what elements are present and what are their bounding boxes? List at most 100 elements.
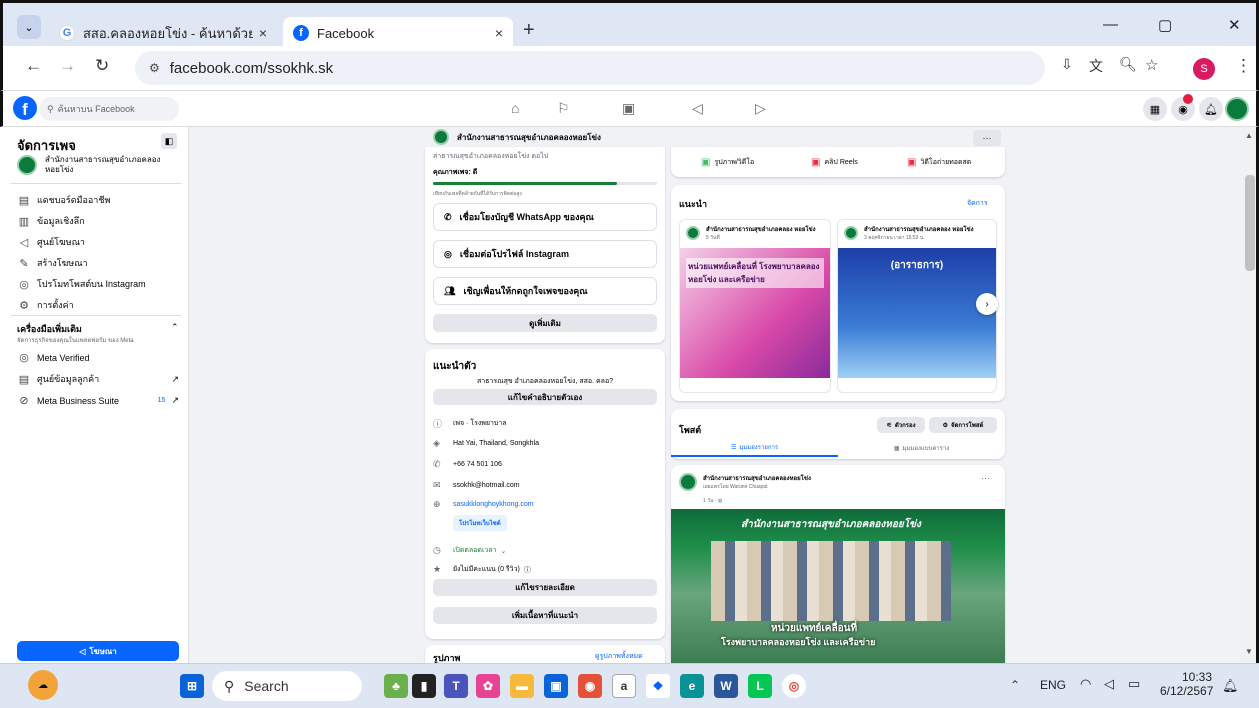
photos-app-icon[interactable]: ✿ [476, 674, 500, 698]
language-indicator[interactable]: ENG [1040, 678, 1066, 692]
reload-icon[interactable]: ↻ [95, 56, 109, 76]
sidebar-page-switcher[interactable]: สำนักงานสาธารณสุขอำเภอคลอง หอยโข่ง [17, 155, 165, 175]
filter-button[interactable]: ⚟ ตัวกรอง [877, 417, 925, 433]
flag-nav-icon[interactable]: ⚐ [557, 100, 570, 117]
url-field[interactable]: ⚙ facebook.com/ssokhk.sk [135, 51, 1045, 85]
tab-search-icon[interactable]: ⌄ [17, 15, 41, 39]
sidebar-item-business-suite[interactable]: ⊘ Meta Business Suite 15 ↗ [17, 394, 179, 407]
post-author[interactable]: สำนักงานสาธารณสุขอำเภอคลองหอยโข่ง [703, 473, 811, 483]
amazon-icon[interactable]: a [612, 674, 636, 698]
see-more-button[interactable]: ดูเพิ่มเติม [433, 314, 657, 332]
photo-video-button[interactable]: ▣ รูปภาพ/วิดีโอ [701, 157, 754, 168]
translate-icon[interactable]: 文 [1089, 56, 1103, 76]
live-video-button[interactable]: ▣ วิดีโอถ่ายทอดสด [907, 157, 971, 168]
tab-facebook[interactable]: f Facebook × [283, 17, 513, 49]
task-view-icon[interactable]: ▮ [412, 674, 436, 698]
post-more-icon[interactable]: ··· [981, 473, 990, 483]
edit-bio-button[interactable]: แก้ไขคำอธิบายตัวเอง [433, 389, 657, 405]
page-avatar[interactable] [1225, 97, 1249, 121]
connect-instagram-button[interactable]: ◎ เชื่อมต่อโปรไฟล์ Instagram [433, 240, 657, 268]
recommended-post-1[interactable]: สำนักงานสาธารณสุขอำเภอคลอง หอยโข่ง 5 วันท… [679, 219, 831, 393]
connect-whatsapp-button[interactable]: ✆ เชื่อมโยงบัญชี WhatsApp ของคุณ [433, 203, 657, 231]
recommended-post-2[interactable]: สำนักงานสาธารณสุขอำเภอคลอง หอยโข่ง 3 พฤศจ… [837, 219, 997, 393]
list-view-tab[interactable]: ☰ มุมมองรายการ [671, 439, 838, 457]
new-tab-button[interactable]: + [523, 19, 535, 42]
close-window-button[interactable]: ✕ [1228, 16, 1241, 34]
scroll-down-arrow[interactable]: ▼ [1245, 647, 1253, 656]
info-icon: ⓘ [433, 419, 443, 429]
invite-friends-button[interactable]: 👥︎ เชิญเพื่อนให้กดถูกใจเพจของคุณ [433, 277, 657, 305]
collapse-sidebar-icon[interactable]: ◧ [161, 133, 177, 149]
website-link[interactable]: sasukklonghoykhong.com [453, 501, 534, 508]
back-icon[interactable]: ← [25, 56, 42, 76]
profile-avatar[interactable]: S [1193, 58, 1215, 80]
sidebar-item-create-ad[interactable]: ✎ สร้างโฆษณา [17, 256, 87, 270]
chrome-icon[interactable]: ◎ [782, 674, 806, 698]
site-info-icon[interactable]: ⚙ [149, 61, 160, 75]
close-tab-icon[interactable]: × [259, 25, 267, 41]
sidebar-item-meta-verified[interactable]: ◎ Meta Verified [17, 351, 89, 364]
video-nav-icon[interactable]: ▷ [755, 100, 766, 117]
tray-chevron-icon[interactable]: ⌃ [1010, 678, 1020, 692]
sidebar-item-ad-center[interactable]: ◁ ศูนย์โฆษณา [17, 235, 85, 249]
advertise-button[interactable]: ◁ โฆษณา [17, 641, 179, 661]
post-image[interactable]: สำนักงานสาธารณสุขอำเภอคลองหอยโข่ง หน่วยแ… [671, 509, 1005, 663]
volume-icon[interactable]: ◁ [1104, 676, 1114, 692]
file-explorer-icon[interactable]: ▬ [510, 674, 534, 698]
menu-grid-icon[interactable]: ▦ [1143, 97, 1167, 121]
minimize-button[interactable]: — [1103, 16, 1118, 33]
external-link-icon: ↗ [171, 373, 179, 384]
info-hours[interactable]: ◷ เปิดตลอดเวลา ⌄ [433, 545, 506, 556]
battery-icon[interactable]: ▭ [1128, 676, 1140, 692]
see-all-photos-link[interactable]: ดูรูปภาพทั้งหมด [595, 651, 643, 662]
edit-details-button[interactable]: แก้ไขรายละเอียด [433, 579, 657, 596]
sidebar-item-contacts[interactable]: ▤ ศูนย์ข้อมูลลูกค้า ↗ [17, 372, 179, 386]
copilot-icon[interactable]: ♣ [384, 674, 408, 698]
dropbox-icon[interactable]: ❖ [646, 674, 670, 698]
home-nav-icon[interactable]: ⌂ [511, 100, 519, 116]
zoom-icon[interactable]: 🔍︎ [1119, 56, 1137, 73]
sidebar-item-dashboard[interactable]: ▤ แดชบอร์ดมืออาชีพ [17, 193, 111, 207]
reels-button[interactable]: ▣ คลิป Reels [811, 157, 858, 168]
bookmark-star-icon[interactable]: ☆ [1145, 56, 1158, 74]
more-options-button[interactable]: ··· [973, 130, 1001, 146]
maximize-button[interactable]: ▢ [1158, 16, 1172, 34]
next-arrow-icon[interactable]: › [976, 293, 998, 315]
clock[interactable]: 10:33 6/12/2567 [1160, 670, 1213, 698]
info-icon[interactable]: ⓘ [524, 565, 531, 575]
add-featured-button[interactable]: เพิ่มเนื้อหาที่แนะนำ [433, 607, 657, 624]
facebook-search-input[interactable]: ⚲ ค้นหาบน Facebook [39, 97, 179, 121]
wifi-icon[interactable]: ◠ [1080, 676, 1091, 692]
grid-view-tab[interactable]: ▦ มุมมองแบบตาราง [838, 439, 1005, 457]
promote-website-button[interactable]: โปรโมทเว็บไซต์ [453, 515, 507, 531]
taskbar-search[interactable]: ⚲ Search [212, 671, 362, 701]
manage-posts-button[interactable]: ⚙ จัดการโพสต์ [929, 417, 997, 433]
word-icon[interactable]: W [714, 674, 738, 698]
install-icon[interactable]: ⇩ [1061, 56, 1073, 73]
page-scrollbar[interactable]: ▲ ▼ [1243, 127, 1259, 663]
chevron-up-icon[interactable]: ⌃ [171, 322, 179, 333]
line-icon[interactable]: L [748, 674, 772, 698]
edge-icon[interactable]: e [680, 674, 704, 698]
ads-nav-icon[interactable]: ◁ [692, 100, 703, 117]
tab-google-search[interactable]: G สสอ.คลองหอยโข่ง - ค้นหาด้วย Goo × [49, 17, 277, 49]
marketplace-nav-icon[interactable]: ▣ [622, 100, 635, 117]
teams-icon[interactable]: T [444, 674, 468, 698]
notifications-bell-icon[interactable]: 🔔︎ [1199, 97, 1223, 121]
forward-icon[interactable]: → [59, 56, 76, 76]
close-tab-icon[interactable]: × [495, 25, 503, 41]
windows-start-icon[interactable]: ⊞ [180, 674, 204, 698]
widgets-icon[interactable]: ☁ [28, 670, 58, 700]
scroll-thumb[interactable] [1245, 175, 1255, 271]
sidebar-item-settings[interactable]: ⚙ การตั้งค่า [17, 298, 74, 312]
store-icon[interactable]: ▣ [544, 674, 568, 698]
manage-link[interactable]: จัดการ [967, 198, 988, 209]
sidebar-item-instagram[interactable]: ◎ โปรโมทโพสต์บน Instagram [17, 277, 145, 291]
notification-bell-icon[interactable]: 🔔︎ [1222, 678, 1239, 694]
menu-kebab-icon[interactable]: ⋮ [1235, 56, 1252, 76]
firefox-icon[interactable]: ◉ [578, 674, 602, 698]
scroll-up-arrow[interactable]: ▲ [1245, 131, 1253, 140]
facebook-logo[interactable]: f [13, 96, 37, 120]
info-website[interactable]: ⊕ sasukklonghoykhong.com [433, 499, 534, 510]
sidebar-item-insights[interactable]: ▥ ข้อมูลเชิงลึก [17, 214, 85, 228]
